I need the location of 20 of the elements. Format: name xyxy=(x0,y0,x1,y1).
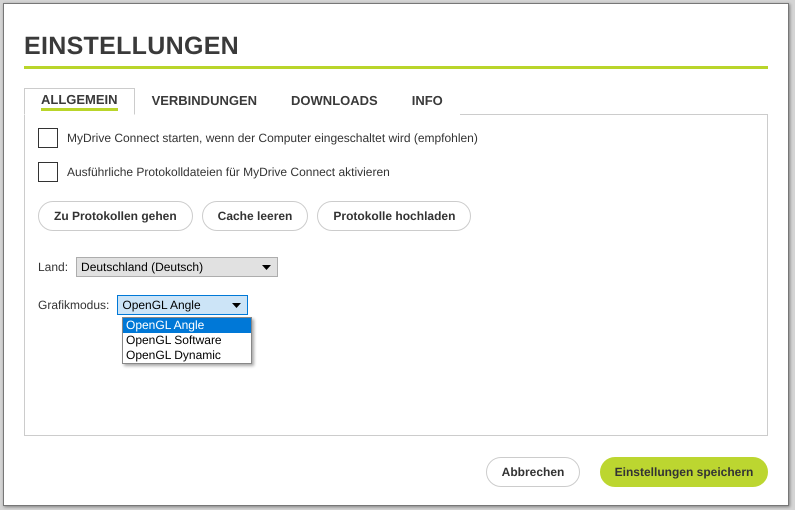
country-select[interactable]: Deutschland (Deutsch) xyxy=(76,257,278,277)
checkbox[interactable] xyxy=(38,162,58,182)
dropdown-option[interactable]: OpenGL Dynamic xyxy=(123,348,251,363)
checkbox-label: MyDrive Connect starten, wenn der Computer eingeschaltet wird (empfohlen) xyxy=(67,131,478,145)
tab[interactable]: ALLGEMEIN xyxy=(24,88,135,115)
field-label: Grafikmodus: xyxy=(38,298,110,312)
caret-icon xyxy=(262,264,272,270)
cancel-button[interactable]: Abbrechen xyxy=(486,457,580,487)
dropdown-option[interactable]: OpenGL Software xyxy=(123,333,251,348)
action-button[interactable]: Protokolle hochladen xyxy=(317,201,472,231)
action-button[interactable]: Zu Protokollen gehen xyxy=(38,201,193,231)
graphics-select[interactable]: OpenGL Angle xyxy=(117,295,248,315)
checkbox[interactable] xyxy=(38,128,58,148)
checkbox-label: Ausführliche Protokolldateien für MyDrive Connect aktivieren xyxy=(67,165,390,179)
caret-icon xyxy=(232,302,242,308)
dropdown-option[interactable]: OpenGL Angle xyxy=(123,318,251,333)
field-label: Land: xyxy=(38,260,68,274)
save-button[interactable]: Einstellungen speichern xyxy=(600,457,768,487)
action-button[interactable]: Cache leeren xyxy=(202,201,308,231)
dialog-title: EINSTELLUNGEN xyxy=(24,32,768,69)
